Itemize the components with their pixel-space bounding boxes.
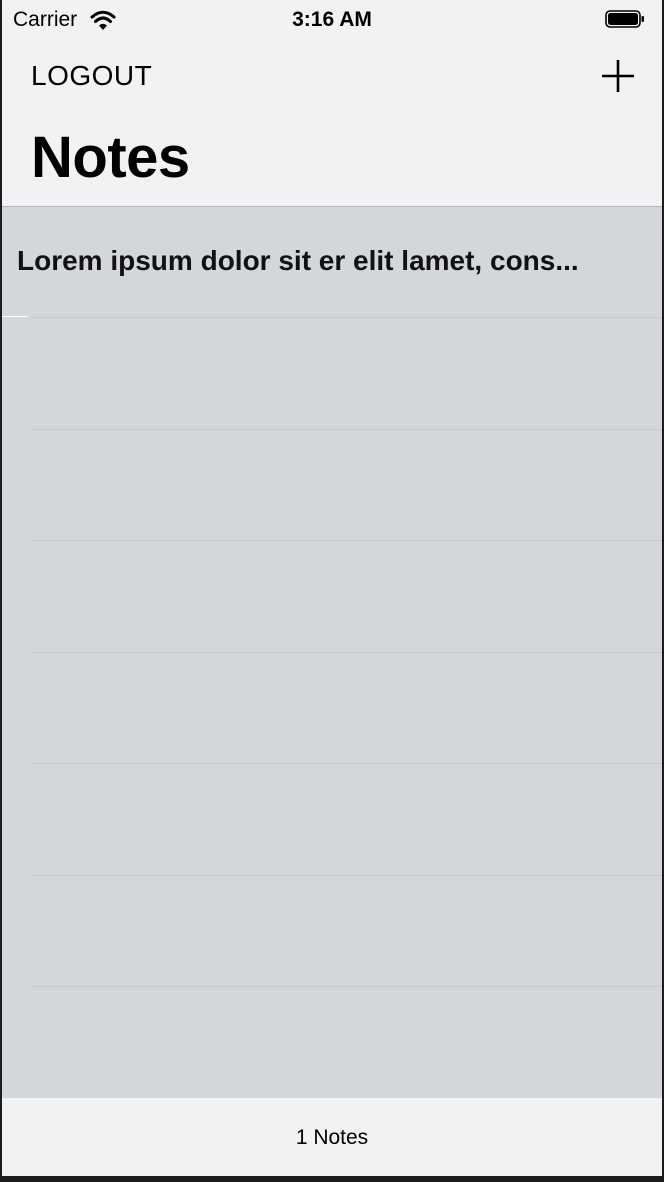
status-time: 3:16 AM — [292, 8, 372, 31]
list-item[interactable]: Lorem ipsum dolor sit er elit lamet, con… — [2, 207, 662, 318]
row-separator — [30, 540, 662, 541]
row-divider — [2, 316, 28, 317]
row-separator — [30, 652, 662, 653]
plus-icon[interactable] — [600, 58, 636, 94]
notes-list: Lorem ipsum dolor sit er elit lamet, con… — [2, 207, 662, 1098]
row-separator — [30, 429, 662, 430]
bottom-toolbar: 1 Notes — [2, 1098, 662, 1176]
app-screen: Carrier 3:16 AM LOGOUT Notes Lorem ipsum… — [2, 0, 662, 1176]
status-bar: Carrier 3:16 AM — [2, 0, 662, 40]
row-separator — [30, 875, 662, 876]
page-title: Notes — [31, 125, 190, 190]
navigation-bar: LOGOUT Notes — [2, 40, 662, 207]
row-separator — [30, 763, 662, 764]
battery-icon — [605, 10, 644, 28]
row-separator — [30, 317, 662, 318]
logout-button[interactable]: LOGOUT — [31, 60, 152, 92]
row-separator — [30, 986, 662, 987]
notes-count-label: 1 Notes — [295, 1126, 369, 1149]
note-title: Lorem ipsum dolor sit er elit lamet, con… — [17, 245, 579, 276]
